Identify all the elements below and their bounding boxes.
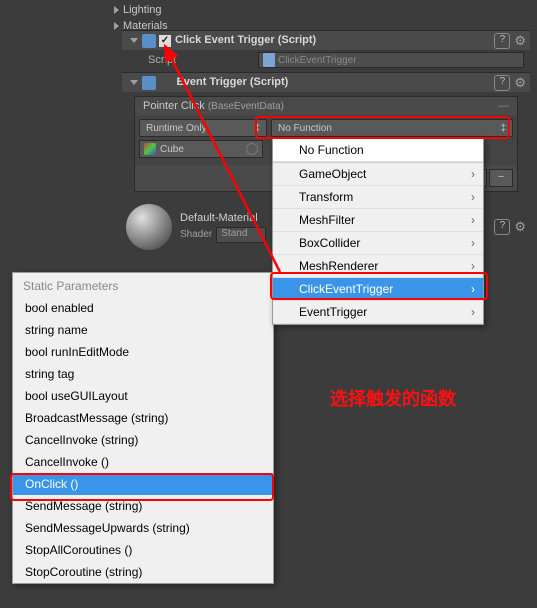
script-row: Script ClickEventTrigger [122,50,530,70]
chevron-right-icon: › [471,186,475,208]
help-icon[interactable]: ? [494,75,510,91]
chevron-right-icon: › [471,255,475,277]
material-sphere-icon [126,204,172,250]
document-icon [263,53,275,67]
menu-header: Static Parameters [13,273,273,297]
tree-label: Lighting [123,4,162,16]
component-header-click-event-trigger[interactable]: ✓ Click Event Trigger (Script) ? ⚙ [122,30,530,50]
menu-label: MeshRenderer [299,255,378,277]
menu-item[interactable]: StopAllCoroutines () [13,539,273,561]
object-picker-icon[interactable] [246,143,258,155]
function-value: No Function [278,123,332,134]
component-header-event-trigger[interactable]: EvEvent Trigger (Script) ? ⚙ [122,72,530,92]
menu-label: Transform [299,186,353,208]
menu-item-eventtrigger[interactable]: EventTrigger › [273,301,483,324]
menu-item-onclick[interactable]: OnClick () [13,473,273,495]
script-icon [142,34,156,48]
object-value: Cube [160,144,184,155]
menu-item-meshrenderer[interactable]: MeshRenderer › [273,255,483,278]
fold-down-icon [130,38,138,43]
dropdown-arrow-icon: ‡ [500,123,506,134]
function-menu: No Function GameObject › Transform › MeshF… [272,138,484,325]
chevron-right-icon: › [471,163,475,185]
event-header: Pointer Click (BaseEventData) — [135,97,517,115]
menu-item[interactable]: SendMessage (string) [13,495,273,517]
script-label: Script [128,54,258,66]
menu-label: EventTrigger [299,301,367,323]
help-icon[interactable]: ? [494,33,510,49]
menu-item-transform[interactable]: Transform › [273,186,483,209]
dropdown-arrow-icon: ‡ [254,123,260,134]
chevron-right-icon: › [471,209,475,231]
script-icon [142,76,156,90]
menu-item[interactable]: bool runInEditMode [13,341,273,363]
fold-icon [114,6,119,14]
chevron-right-icon: › [471,301,475,323]
menu-item[interactable]: string tag [13,363,273,385]
enable-checkbox[interactable]: ✓ [159,35,171,47]
fold-down-icon [130,80,138,85]
shader-field[interactable]: Stand [216,227,266,243]
gear-icon[interactable]: ⚙ [514,31,526,50]
help-icon[interactable]: ? [494,219,510,235]
gear-icon[interactable]: ⚙ [514,73,526,92]
menu-item[interactable]: CancelInvoke () [13,451,273,473]
menu-item[interactable]: bool useGUILayout [13,385,273,407]
menu-item[interactable]: StopCoroutine (string) [13,561,273,583]
gear-icon[interactable]: ⚙ [514,219,526,235]
menu-item-clickeventtrigger[interactable]: ClickEventTrigger › [273,278,483,301]
menu-label: MeshFilter [299,209,355,231]
menu-item-meshfilter[interactable]: MeshFilter › [273,209,483,232]
object-field[interactable]: Cube [139,140,263,158]
chevron-right-icon: › [471,278,475,300]
function-dropdown[interactable]: No Function ‡ [271,119,513,137]
menu-label: GameObject [299,163,366,185]
menu-item[interactable]: CancelInvoke (string) [13,429,273,451]
annotation-text: 选择触发的函数 [330,385,456,411]
component-title: EvEvent Trigger (Script) [163,73,494,92]
event-name: Pointer Click [143,100,205,112]
menu-item[interactable]: BroadcastMessage (string) [13,407,273,429]
component-title: Click Event Trigger (Script) [175,31,494,50]
runtime-value: Runtime Only [146,123,207,134]
menu-item-boxcollider[interactable]: BoxCollider › [273,232,483,255]
menu-item[interactable]: SendMessageUpwards (string) [13,517,273,539]
static-parameters-menu: Static Parameters bool enabled string na… [12,272,274,584]
event-arg: (BaseEventData) [208,101,284,112]
menu-label: No Function [299,139,364,161]
chevron-right-icon: › [471,232,475,254]
menu-item-gameobject[interactable]: GameObject › [273,162,483,186]
shader-label: Shader [180,229,212,240]
cube-icon [144,143,156,155]
tree-item-lighting[interactable]: Lighting [0,2,537,18]
menu-item[interactable]: string name [13,319,273,341]
remove-event-button[interactable]: — [498,97,509,115]
menu-item-no-function[interactable]: No Function [273,139,483,162]
runtime-dropdown[interactable]: Runtime Only ‡ [139,119,267,137]
remove-event-button[interactable]: − [489,169,513,187]
fold-icon [114,22,119,30]
script-value: ClickEventTrigger [278,55,357,66]
menu-label: ClickEventTrigger [299,278,393,300]
script-field[interactable]: ClickEventTrigger [258,52,524,68]
menu-item[interactable]: bool enabled [13,297,273,319]
menu-label: BoxCollider [299,232,360,254]
